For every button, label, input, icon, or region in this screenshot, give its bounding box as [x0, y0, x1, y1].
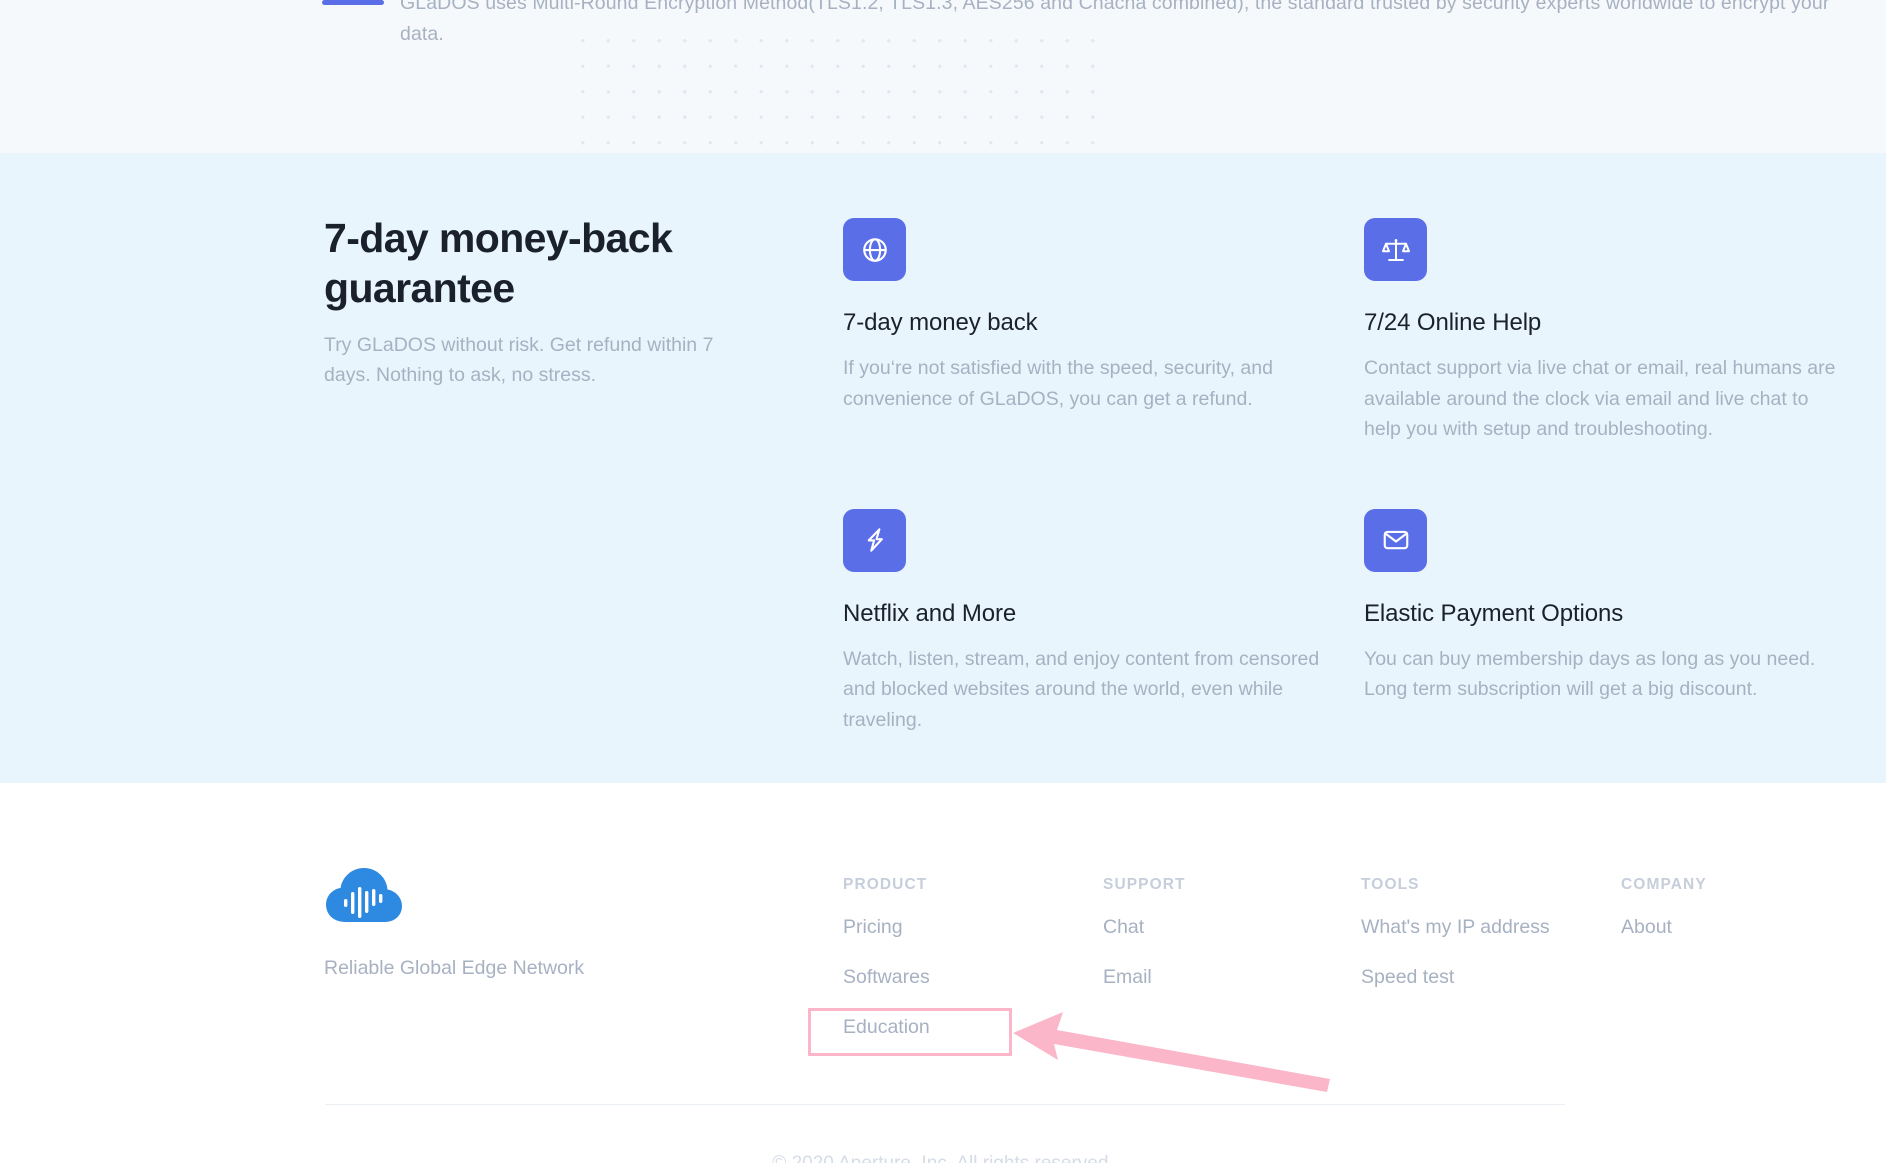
feature-card-online-help: 7/24 Online Help Contact support via liv…: [1364, 218, 1844, 445]
money-back-section: 7-day money-back guarantee Try GLaDOS wi…: [0, 153, 1886, 783]
accent-rule: [322, 0, 384, 5]
footer-link-softwares[interactable]: Softwares: [843, 966, 930, 988]
footer-link-ip-address[interactable]: What's my IP address: [1361, 916, 1550, 938]
page-title: 7-day money-back guarantee: [324, 215, 673, 311]
encryption-section: GLaDOS uses Multi-Round Encryption Metho…: [0, 0, 1886, 153]
list-item: Speed test: [1361, 966, 1621, 989]
feature-card-body: If you‘re not satisfied with the speed, …: [843, 357, 1273, 410]
feature-card-body: You can buy membership days as long as y…: [1364, 647, 1816, 701]
copyright-text: © 2020 Aperture, Inc. All rights reserve…: [0, 1153, 1886, 1163]
footer-column-heading: SUPPORT: [1103, 876, 1186, 893]
footer-link-list: About: [1621, 916, 1881, 939]
footer-link-email[interactable]: Email: [1103, 966, 1152, 988]
footer-link-chat[interactable]: Chat: [1103, 916, 1144, 938]
feature-card-money-back: 7-day money back If you‘re not satisfied…: [843, 218, 1323, 445]
footer-column-heading: COMPANY: [1621, 876, 1707, 893]
footer-brand: Reliable Global Edge Network: [324, 865, 754, 980]
footer-column-heading: TOOLS: [1361, 876, 1420, 893]
envelope-icon: [1364, 508, 1427, 572]
footer-tagline: Reliable Global Edge Network: [324, 957, 585, 979]
footer-column-tools: TOOLS What's my IP address Speed test: [1361, 876, 1621, 1066]
footer-divider: [325, 1104, 1565, 1105]
feature-card-body: Watch, listen, stream, and enjoy content…: [843, 647, 1320, 731]
feature-card-payment: Elastic Payment Options You can buy memb…: [1364, 508, 1844, 736]
scales-icon: [1364, 218, 1427, 281]
list-item: Pricing: [843, 916, 1103, 939]
list-item: Chat: [1103, 916, 1361, 939]
money-back-subtitle: Try GLaDOS without risk. Get refund with…: [324, 334, 714, 386]
list-item: Softwares: [843, 966, 1103, 989]
footer-link-list: What's my IP address Speed test: [1361, 916, 1621, 989]
encryption-paragraph: GLaDOS uses Multi-Round Encryption Metho…: [400, 0, 1830, 45]
feature-card-grid: 7-day money back If you‘re not satisfied…: [843, 218, 1843, 735]
site-footer: Reliable Global Edge Network PRODUCT Pri…: [0, 783, 1886, 1163]
footer-link-about[interactable]: About: [1621, 916, 1672, 938]
cloud-waveform-logo-icon: [324, 865, 404, 927]
list-item: What's my IP address: [1361, 916, 1621, 939]
money-back-intro: 7-day money-back guarantee Try GLaDOS wi…: [324, 213, 764, 390]
footer-column-company: COMPANY About: [1621, 876, 1881, 1066]
footer-link-columns: PRODUCT Pricing Softwares Education SUPP…: [843, 876, 1881, 1066]
footer-column-support: SUPPORT Chat Email: [1103, 876, 1361, 1066]
feature-card-title: 7/24 Online Help: [1364, 309, 1542, 336]
list-item: Education: [843, 1016, 1103, 1039]
globe-icon: [843, 218, 906, 281]
footer-link-education[interactable]: Education: [843, 1016, 930, 1038]
footer-column-heading: PRODUCT: [843, 876, 928, 893]
footer-column-product: PRODUCT Pricing Softwares Education: [843, 876, 1103, 1066]
footer-link-list: Pricing Softwares Education: [843, 916, 1103, 1039]
feature-card-title: Elastic Payment Options: [1364, 599, 1624, 627]
list-item: Email: [1103, 966, 1361, 989]
feature-card-netflix: Netflix and More Watch, listen, stream, …: [843, 508, 1323, 736]
footer-link-speed-test[interactable]: Speed test: [1361, 966, 1454, 988]
footer-link-list: Chat Email: [1103, 916, 1361, 989]
feature-card-title: Netflix and More: [843, 599, 1017, 627]
feature-card-body: Contact support via live chat or email, …: [1364, 357, 1836, 440]
footer-link-pricing[interactable]: Pricing: [843, 916, 903, 938]
lightning-icon: [843, 508, 906, 572]
feature-card-title: 7-day money back: [843, 309, 1038, 336]
list-item: About: [1621, 916, 1881, 939]
